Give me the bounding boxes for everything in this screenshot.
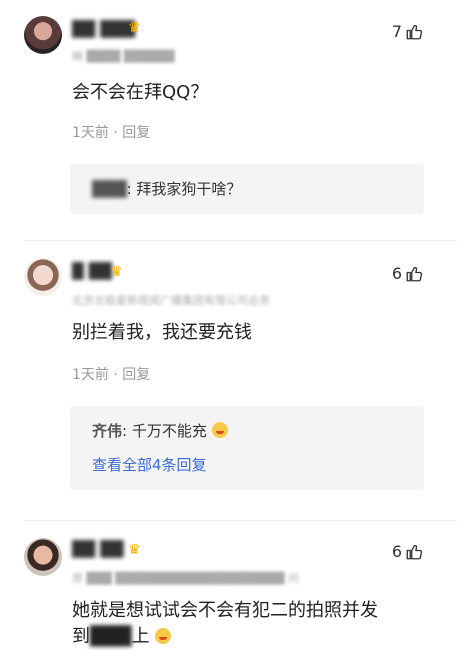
thumbs-up-icon	[406, 544, 423, 559]
comment-username[interactable]: ██ ██	[72, 540, 123, 558]
text-fragment: 到	[72, 626, 90, 647]
reply-item[interactable]: 齐伟: 千万不能充	[92, 420, 228, 441]
reply-author[interactable]: 齐伟	[92, 422, 122, 440]
separator: ·	[113, 367, 118, 383]
reply-item[interactable]: ███: 拜我家狗干啥？	[92, 178, 241, 199]
reply-text: : 拜我家狗干啥？	[126, 180, 242, 198]
reply-button[interactable]: 回复	[122, 125, 150, 141]
comment-username[interactable]: █ ██	[72, 262, 112, 280]
vip-crown-icon: ♛	[128, 20, 141, 36]
comment-meta: 1天前 · 回复	[72, 122, 150, 142]
like-button[interactable]: 6	[392, 542, 423, 561]
reply-button[interactable]: 回复	[122, 367, 150, 383]
comment-time: 1天前	[72, 367, 109, 383]
vip-crown-icon: ♛	[110, 264, 123, 280]
reply-box[interactable]: 齐伟: 千万不能充 查看全部4条回复	[70, 406, 424, 490]
like-button[interactable]: 7	[392, 22, 423, 41]
comment-text-line: 到███上	[72, 624, 432, 650]
like-count: 6	[391, 542, 402, 561]
text-fragment: 上	[131, 626, 150, 647]
comment-item: ██ ███ ♛ 稿 ████ ██████ 7 会不会在拜QQ？ 1天前 · …	[0, 0, 457, 240]
comment-subline: 北京北极星新视闻广播集团有限公司总务	[72, 294, 270, 307]
avatar[interactable]	[24, 538, 62, 576]
like-button[interactable]: 6	[392, 264, 423, 283]
comment-time: 1天前	[72, 125, 109, 141]
view-all-replies-link[interactable]: 查看全部4条回复	[92, 454, 207, 475]
comment-subline: 稿 ████ ██████	[72, 50, 175, 63]
grin-emoji-icon	[211, 422, 228, 438]
comment-text: 别拦着我，我还要充钱	[72, 322, 252, 343]
comment-text: 她就是想试试会不会有犯二的拍照并发 到███上	[72, 598, 432, 650]
reply-box[interactable]: ███: 拜我家狗干啥？	[70, 164, 424, 214]
comment-text: 会不会在拜QQ？	[72, 82, 209, 103]
vip-crown-icon: ♛	[128, 542, 141, 558]
grin-emoji-icon	[155, 628, 172, 644]
avatar[interactable]	[24, 258, 62, 296]
comment-subline: 荐 ███ ████████████████████ 问	[72, 572, 300, 585]
comment-text-line: 她就是想试试会不会有犯二的拍照并发	[72, 600, 378, 621]
thumbs-up-icon	[406, 24, 423, 39]
comment-item: █ ██ ♛ 北京北极星新视闻广播集团有限公司总务 6 别拦着我，我还要充钱 1…	[0, 240, 457, 525]
comment-username[interactable]: ██ ███	[72, 20, 135, 38]
text-fragment-blurred: ███	[90, 626, 132, 647]
like-count: 6	[391, 264, 402, 283]
reply-text: : 千万不能充	[122, 422, 207, 440]
avatar[interactable]	[24, 16, 62, 54]
comment-meta: 1天前 · 回复	[72, 364, 150, 384]
comment-item: ██ ██ ♛ 荐 ███ ████████████████████ 问 6 她…	[0, 520, 457, 667]
thumbs-up-icon	[406, 266, 423, 281]
like-count: 7	[391, 22, 402, 41]
separator: ·	[113, 125, 118, 141]
reply-author[interactable]: ███	[92, 180, 127, 198]
